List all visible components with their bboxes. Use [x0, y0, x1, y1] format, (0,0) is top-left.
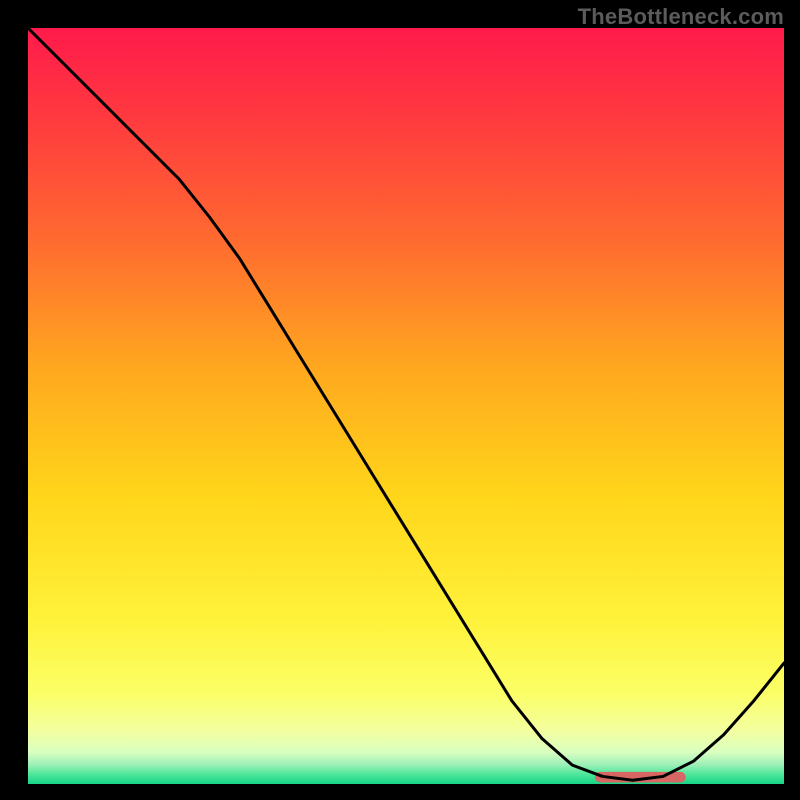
- chart-stage: TheBottleneck.com: [0, 0, 800, 800]
- attribution-label: TheBottleneck.com: [578, 4, 784, 30]
- bottleneck-chart: [28, 28, 784, 784]
